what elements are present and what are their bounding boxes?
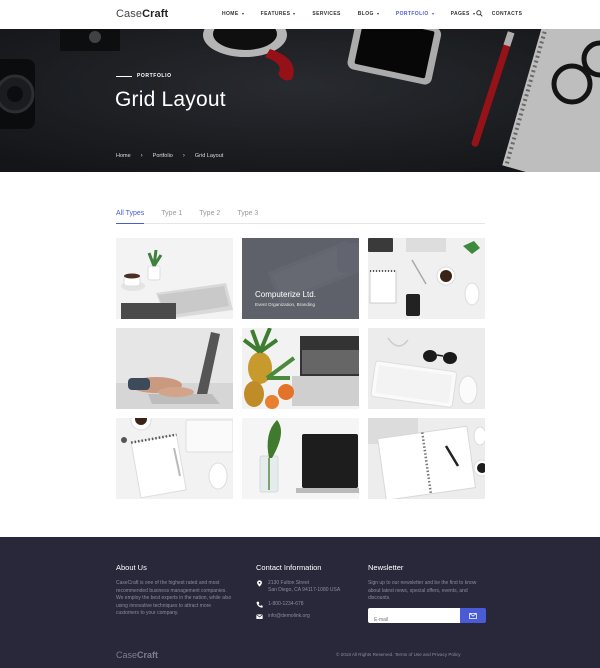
portfolio-image-plant-laptop	[242, 418, 359, 499]
portfolio-item-featured[interactable]: Computerize Ltd. Event Organization, Bra…	[242, 238, 359, 319]
logo-light-text: Case	[116, 8, 143, 20]
footer-phone: 1-800-1234-678	[256, 601, 304, 608]
page-hero: PORTFOLIO Grid Layout Home › Portfolio ›…	[0, 29, 600, 172]
hero-label-line	[116, 76, 132, 77]
nav-label: BLOG	[357, 11, 374, 17]
newsletter-submit-button[interactable]	[460, 608, 486, 623]
portfolio-image-laptop-coffee	[116, 238, 233, 319]
caret-down-icon	[472, 13, 475, 15]
mail-icon	[256, 614, 263, 619]
caret-down-icon	[376, 13, 379, 15]
portfolio-item-title: Computerize Ltd.	[255, 290, 316, 299]
portfolio-item[interactable]	[368, 328, 485, 409]
logo-bold-text: Craft	[142, 8, 169, 20]
caret-down-icon	[241, 13, 244, 15]
footer-contact-heading: Contact Information	[256, 563, 322, 572]
portfolio-item[interactable]	[368, 418, 485, 499]
newsletter-email-input[interactable]	[368, 612, 462, 628]
site-logo[interactable]: CaseCraft	[116, 8, 168, 20]
portfolio-image-keyboard-sunglasses	[368, 328, 485, 409]
portfolio-image-pineapple-laptop	[242, 328, 359, 409]
portfolio-item-subtitle: Event Organization, Branding	[255, 302, 316, 307]
nav-item-services[interactable]: SERVICES	[312, 11, 340, 17]
portfolio-filter-tabs: All Types Type 1 Type 2 Type 3	[116, 210, 485, 224]
email-address[interactable]: info@demolink.org	[268, 613, 310, 620]
nav-item-portfolio[interactable]: PORTFOLIO	[396, 11, 434, 17]
chevron-right-icon: ›	[182, 153, 185, 159]
breadcrumb-current: Grid Layout	[194, 153, 224, 159]
caret-down-icon	[293, 13, 296, 15]
chevron-right-icon: ›	[140, 153, 143, 159]
filter-all-types[interactable]: All Types	[116, 210, 145, 224]
newsletter-email-field[interactable]	[368, 608, 462, 628]
nav-label: HOME	[222, 11, 239, 17]
phone-icon	[256, 601, 263, 608]
hero-background-image	[0, 29, 600, 172]
site-header: CaseCraft HOME FEATURES SERVICES BLOG PO…	[0, 0, 600, 29]
breadcrumb: Home › Portfolio › Grid Layout	[116, 153, 223, 159]
copyright-text: © 2018 All Rights Reserved. Terms of Use…	[336, 652, 461, 657]
footer-newsletter-heading: Newsletter	[368, 563, 404, 572]
caret-down-icon	[431, 13, 434, 15]
footer-logo[interactable]: CaseCraft	[116, 650, 158, 660]
breadcrumb-portfolio[interactable]: Portfolio	[153, 153, 173, 159]
nav-item-home[interactable]: HOME	[222, 11, 244, 17]
nav-item-blog[interactable]: BLOG	[358, 11, 379, 17]
footer-about-heading: About Us	[116, 563, 147, 572]
nav-label: FEATURES	[260, 11, 291, 17]
phone-number[interactable]: 1-800-1234-678	[268, 601, 304, 608]
nav-label: PORTFOLIO	[395, 11, 429, 17]
footer-logo-light: Case	[116, 650, 138, 660]
mail-icon	[469, 612, 477, 619]
portfolio-item[interactable]	[242, 418, 359, 499]
nav-label: SERVICES	[312, 11, 341, 17]
filter-type-1[interactable]: Type 1	[161, 210, 182, 223]
filter-type-2[interactable]: Type 2	[199, 210, 220, 223]
nav-item-contacts[interactable]: CONTACTS	[492, 11, 523, 17]
filter-type-3[interactable]: Type 3	[237, 210, 258, 223]
portfolio-image-notebook-pen	[368, 418, 485, 499]
portfolio-item[interactable]	[116, 328, 233, 409]
portfolio-image-notepad-keyboard	[116, 418, 233, 499]
footer-newsletter-text: Sign up to our newsletter and be the fir…	[368, 580, 477, 602]
portfolio-image-typing-laptop	[116, 328, 233, 409]
footer-logo-bold: Craft	[137, 650, 159, 660]
nav-label: PAGES	[450, 11, 470, 17]
footer-about-text: CaseCraft is one of the highest rated an…	[116, 580, 232, 617]
portfolio-item[interactable]	[242, 328, 359, 409]
portfolio-item[interactable]	[116, 238, 233, 319]
portfolio-item[interactable]	[368, 238, 485, 319]
nav-label: CONTACTS	[491, 11, 523, 17]
page-title: Grid Layout	[115, 88, 226, 111]
footer-email: info@demolink.org	[256, 613, 310, 620]
nav-item-features[interactable]: FEATURES	[261, 11, 296, 17]
portfolio-item[interactable]	[116, 418, 233, 499]
nav-item-pages[interactable]: PAGES	[451, 11, 475, 17]
breadcrumb-home[interactable]: Home	[116, 153, 131, 159]
address-line-2: San Diego, CA 94117-1080 USA	[268, 586, 341, 593]
portfolio-image-workspace-top	[368, 238, 485, 319]
hero-label: PORTFOLIO	[137, 73, 172, 79]
search-icon[interactable]	[476, 10, 483, 17]
footer-address: 2130 Fulton Street San Diego, CA 94117-1…	[256, 580, 340, 593]
location-pin-icon	[257, 580, 262, 587]
